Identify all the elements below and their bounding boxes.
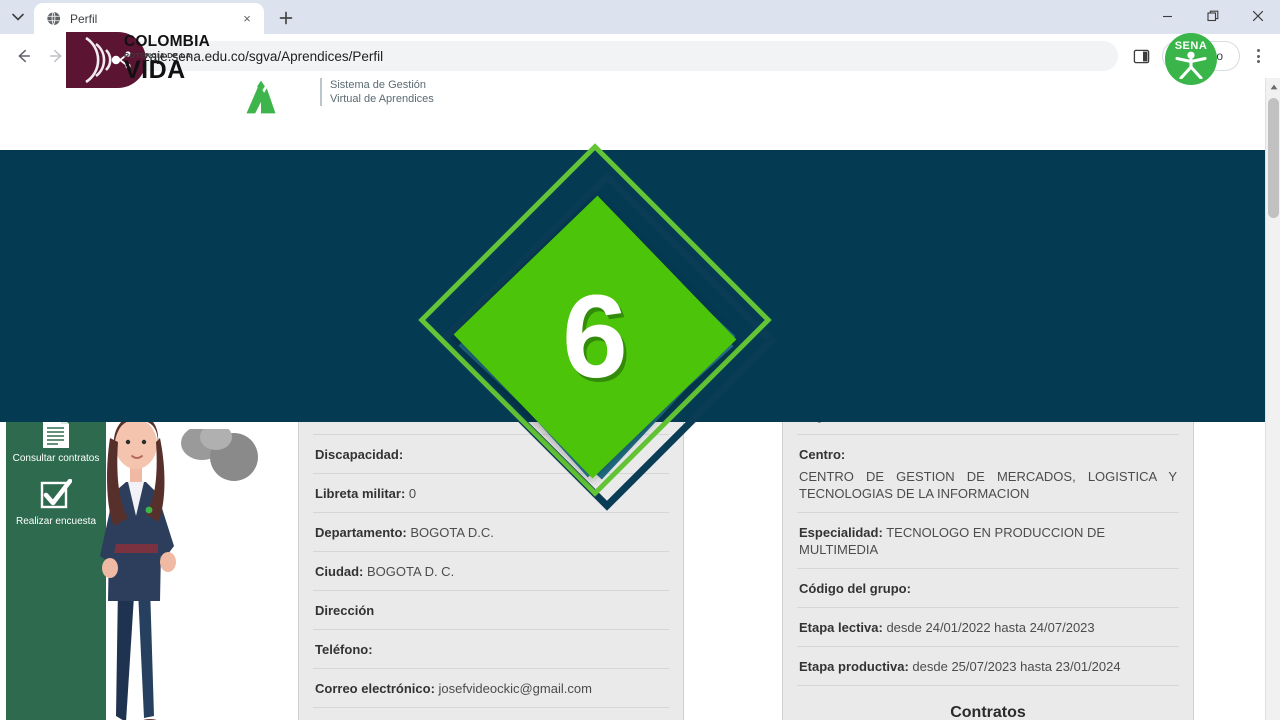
browser-tab-strip: Perfil × (0, 0, 1280, 34)
row-label: Discapacidad: (315, 447, 404, 462)
table-row: Etapa productiva: desde 25/07/2023 hasta… (797, 647, 1179, 686)
row-value: 0 (408, 486, 417, 501)
row-value: CENTRO DE GESTION DE MERCADOS, LOGISTICA… (799, 469, 1177, 501)
scroll-up-icon[interactable] (1266, 78, 1280, 95)
table-row: Dirección (313, 591, 669, 630)
tab-title: Perfil (70, 11, 98, 26)
screen: Perfil × aprendizaje.sena.edu.co/sgva/Ap… (0, 0, 1280, 720)
student-illustration (100, 414, 176, 720)
table-row: Centro: CENTRO DE GESTION DE MERCADOS, L… (797, 435, 1179, 513)
scrollbar-thumb[interactable] (1268, 98, 1279, 218)
table-row: Código del grupo: (797, 569, 1179, 608)
site-header-line2: Virtual de Aprendices (330, 93, 434, 105)
contracts-heading: Contratos (950, 704, 1026, 720)
row-label: Especialidad: (799, 525, 883, 540)
site-header: Sistema de Gestión Virtual de Aprendices (0, 78, 1265, 114)
table-row: Departamento: BOGOTA D.C. (313, 513, 669, 552)
address-bar-url: aprendizaje.sena.edu.co/sgva/Aprendices/… (98, 48, 384, 64)
table-row: Especialidad: TECNOLOGO EN PRODUCCION DE… (797, 513, 1179, 569)
browser-toolbar: aprendizaje.sena.edu.co/sgva/Aprendices/… (0, 34, 1280, 78)
table-row: Ciudad: BOGOTA D. C. (313, 552, 669, 591)
close-icon[interactable]: × (238, 10, 256, 28)
video-overlay-band (0, 150, 1280, 422)
row-label: Dirección (315, 603, 375, 618)
row-value: desde 25/07/2023 hasta 23/01/2024 (912, 659, 1121, 674)
browser-tab[interactable]: Perfil × (34, 3, 264, 34)
address-bar[interactable]: aprendizaje.sena.edu.co/sgva/Aprendices/… (84, 41, 1118, 71)
avatar (172, 429, 266, 537)
table-row: Etapa lectiva: desde 24/01/2022 hasta 24… (797, 608, 1179, 647)
window-controls (1145, 0, 1280, 32)
sena-chevron-logo-icon (246, 80, 276, 114)
maximize-button[interactable] (1190, 0, 1235, 32)
checkmark-icon (39, 477, 73, 513)
tab-search-button[interactable] (4, 3, 32, 31)
minimize-button[interactable] (1145, 0, 1190, 32)
table-row: Estrato: 2 (313, 708, 669, 720)
site-header-subtitle: Sistema de Gestión Virtual de Aprendices (320, 78, 434, 106)
row-label: Departamento: (315, 525, 407, 540)
page-viewport: Sistema de Gestión Virtual de Aprendices… (0, 78, 1280, 720)
row-label: Código del grupo: (799, 581, 911, 596)
table-row: Teléfono: (313, 630, 669, 669)
page-scrollbar[interactable] (1265, 78, 1280, 720)
app-content: Mapa Sitio SENA | Portal SENA | Accesibi… (0, 114, 1280, 720)
new-tab-button[interactable] (272, 4, 300, 32)
site-header-line1: Sistema de Gestión (330, 79, 426, 91)
row-label: Correo electrónico: (315, 681, 435, 696)
close-window-button[interactable] (1235, 0, 1280, 32)
back-button[interactable] (8, 41, 38, 71)
table-row: Libreta militar: 0 (313, 474, 669, 513)
row-value: BOGOTA D.C. (410, 525, 494, 540)
row-value: desde 24/01/2022 hasta 24/07/2023 (886, 620, 1095, 635)
table-row: Correo electrónico: josefvideockic@gmail… (313, 669, 669, 708)
chrome-menu-button[interactable] (1244, 41, 1272, 71)
table-row: Discapacidad: (313, 435, 669, 474)
row-label: Centro: (799, 447, 846, 462)
row-label: Etapa lectiva: (799, 620, 883, 635)
row-label: Teléfono: (315, 642, 373, 657)
row-label: Ciudad: (315, 564, 364, 579)
profile-chip-label: ...ado (1193, 49, 1224, 63)
personal-info-card: Género: Discapacidad: Libreta militar: 0… (298, 396, 684, 720)
row-value: BOGOTA D. C. (367, 564, 455, 579)
academic-info-card: Regional: REGIONAL DISTRITO CAPITAL Cent… (782, 396, 1194, 720)
forward-button[interactable] (42, 41, 72, 71)
row-label: Etapa productiva: (799, 659, 909, 674)
profile-chip[interactable]: ...ado (1162, 41, 1240, 71)
row-value: josefvideockic@gmail.com (438, 681, 592, 696)
reading-list-icon[interactable] (1126, 41, 1156, 71)
row-label: Libreta militar: (315, 486, 406, 501)
globe-icon (45, 11, 61, 27)
